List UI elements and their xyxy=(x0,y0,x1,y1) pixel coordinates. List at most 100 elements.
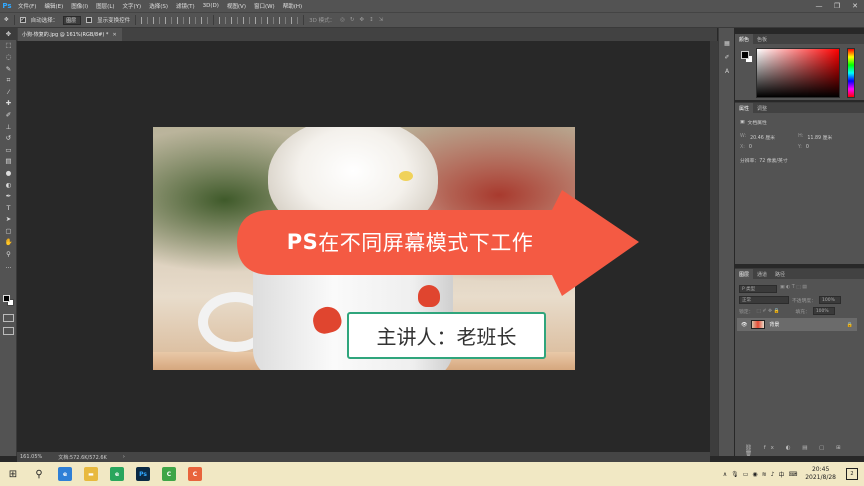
filter-icons[interactable]: ▣ ◐ T ⬚ ▤ xyxy=(780,285,807,293)
hand-tool-icon[interactable]: ✋ xyxy=(0,237,17,249)
healing-brush-tool-icon[interactable]: ✚ xyxy=(0,98,17,110)
battery-icon[interactable]: ▭ xyxy=(743,471,749,478)
show-transform-checkbox[interactable] xyxy=(86,17,93,23)
file-explorer-icon[interactable]: ▬ xyxy=(78,462,104,486)
volume-icon[interactable]: ♪ xyxy=(771,471,775,478)
align-bottom-icon[interactable] xyxy=(165,16,173,24)
clone-stamp-tool-icon[interactable]: ⊥ xyxy=(0,121,17,133)
keyboard-icon[interactable]: ⌨ xyxy=(789,471,798,478)
auto-align-icon[interactable] xyxy=(291,16,299,24)
brush-tool-icon[interactable]: ✐ xyxy=(0,109,17,121)
align-top-icon[interactable] xyxy=(141,16,149,24)
crop-tool-icon[interactable]: ⌗ xyxy=(0,74,17,86)
tab-layers[interactable]: 图层 xyxy=(735,269,754,279)
path-select-tool-icon[interactable]: ➤ xyxy=(0,214,17,226)
minimize-button[interactable]: — xyxy=(810,0,828,12)
fill-input[interactable]: 100% xyxy=(812,307,835,315)
clock[interactable]: 20:45 2021/8/28 xyxy=(805,466,836,482)
microphone-icon[interactable]: 🎙 xyxy=(731,471,739,478)
slide-3d-icon[interactable]: ↕ xyxy=(369,17,374,23)
more-tools-icon[interactable]: … xyxy=(0,260,17,272)
tray-expand-icon[interactable]: ∧ xyxy=(723,471,727,478)
menu-window[interactable]: 窗口(W) xyxy=(250,2,279,10)
eraser-tool-icon[interactable]: ▭ xyxy=(0,144,17,156)
quick-select-tool-icon[interactable]: ✎ xyxy=(0,63,17,75)
blend-mode-dropdown[interactable]: 正常 xyxy=(739,296,789,304)
distribute-bottom-icon[interactable] xyxy=(243,16,251,24)
auto-select-checkbox[interactable]: ✓ xyxy=(19,17,26,23)
auto-select-dropdown[interactable]: 图层 xyxy=(63,15,82,25)
foreground-color-swatch[interactable] xyxy=(3,295,10,302)
orbit-3d-icon[interactable]: ◎ xyxy=(340,17,345,23)
dodge-tool-icon[interactable]: ◐ xyxy=(0,179,17,191)
status-arrow-icon[interactable]: › xyxy=(123,454,125,460)
history-brush-tool-icon[interactable]: ↺ xyxy=(0,132,17,144)
search-icon[interactable]: ⚲ xyxy=(26,462,52,486)
menu-image[interactable]: 图像(I) xyxy=(67,2,92,10)
lock-icons[interactable]: ⬚ ✐ ✥ 🔒 xyxy=(756,309,792,314)
x-value[interactable]: 0 xyxy=(749,145,794,150)
brush-panel-icon[interactable]: ✐ xyxy=(719,50,735,64)
visibility-eye-icon[interactable]: 👁 xyxy=(741,322,747,328)
align-middle-icon[interactable] xyxy=(153,16,161,24)
layer-row[interactable]: 👁 背景 🔒 xyxy=(737,318,857,331)
internet-explorer-icon[interactable]: e xyxy=(104,462,130,486)
pan-3d-icon[interactable]: ✥ xyxy=(360,17,365,23)
layer-filter-dropdown[interactable]: P 类型 xyxy=(739,285,777,293)
notification-center-icon[interactable]: 2 xyxy=(846,468,858,480)
menu-select[interactable]: 选择(S) xyxy=(145,2,172,10)
security-icon[interactable]: ◉ xyxy=(752,471,757,478)
color-picker-field[interactable] xyxy=(756,48,840,98)
pen-tool-icon[interactable]: ✒ xyxy=(0,190,17,202)
menu-help[interactable]: 帮助(H) xyxy=(279,2,306,10)
tab-color[interactable]: 颜色 xyxy=(735,34,754,44)
menu-layer[interactable]: 图层(L) xyxy=(92,2,118,10)
camtasia-green-icon[interactable]: C xyxy=(156,462,182,486)
eyedropper-tool-icon[interactable]: ⁄ xyxy=(0,86,17,98)
align-left-icon[interactable] xyxy=(177,16,185,24)
distribute-center-icon[interactable] xyxy=(267,16,275,24)
shape-tool-icon[interactable]: ▢ xyxy=(0,225,17,237)
menu-filter[interactable]: 滤镜(T) xyxy=(172,2,199,10)
document-tab[interactable]: 小狗-恢复的.jpg @ 161%(RGB/8#) * ✕ xyxy=(18,28,122,41)
tab-swatches[interactable]: 色板 xyxy=(753,34,771,44)
screen-mode-icon[interactable] xyxy=(3,327,14,335)
panel-foreground-swatch[interactable] xyxy=(741,51,749,59)
y-value[interactable]: 0 xyxy=(806,145,809,150)
blur-tool-icon[interactable]: ● xyxy=(0,167,17,179)
menu-file[interactable]: 文件(F) xyxy=(14,2,40,10)
opacity-input[interactable]: 100% xyxy=(819,296,841,304)
distribute-left-icon[interactable] xyxy=(255,16,263,24)
move-tool-icon[interactable]: ✥ xyxy=(4,17,9,23)
menu-type[interactable]: 文字(Y) xyxy=(119,2,146,10)
distribute-middle-icon[interactable] xyxy=(231,16,239,24)
zoom-tool-icon[interactable]: ⚲ xyxy=(0,248,17,260)
tab-paths[interactable]: 路径 xyxy=(771,269,789,279)
close-button[interactable]: ✕ xyxy=(846,0,864,12)
character-panel-icon[interactable]: A xyxy=(719,64,735,78)
tab-channels[interactable]: 通道 xyxy=(753,269,771,279)
marquee-tool-icon[interactable]: ⬚ xyxy=(0,40,17,52)
close-tab-icon[interactable]: ✕ xyxy=(112,32,116,38)
layer-name[interactable]: 背景 xyxy=(769,321,779,328)
move-tool-icon[interactable]: ✥ xyxy=(0,28,17,40)
align-center-icon[interactable] xyxy=(189,16,197,24)
tab-properties[interactable]: 属性 xyxy=(735,103,754,113)
menu-3d[interactable]: 3D(D) xyxy=(199,3,223,9)
vertical-scrollbar[interactable] xyxy=(710,41,718,456)
lasso-tool-icon[interactable]: ◌ xyxy=(0,51,17,63)
type-tool-icon[interactable]: T xyxy=(0,202,17,214)
restore-button[interactable]: ❐ xyxy=(828,0,846,12)
roll-3d-icon[interactable]: ↻ xyxy=(350,17,355,23)
distribute-right-icon[interactable] xyxy=(279,16,287,24)
wifi-icon[interactable]: ≋ xyxy=(762,471,767,478)
layer-actions-bar[interactable]: ⛓ fx ◐ ▤ ▢ ⊞ 🗑 xyxy=(745,445,864,457)
scale-3d-icon[interactable]: ⇲ xyxy=(379,17,384,23)
windows-start-icon[interactable]: ⊞ xyxy=(0,462,26,486)
tab-adjustments[interactable]: 调整 xyxy=(753,103,771,113)
camtasia-orange-icon[interactable]: C xyxy=(182,462,208,486)
edge-browser-icon[interactable]: e xyxy=(52,462,78,486)
ime-indicator[interactable]: 中 xyxy=(779,470,785,479)
gradient-tool-icon[interactable]: ▤ xyxy=(0,156,17,168)
quick-mask-icon[interactable] xyxy=(3,314,14,322)
